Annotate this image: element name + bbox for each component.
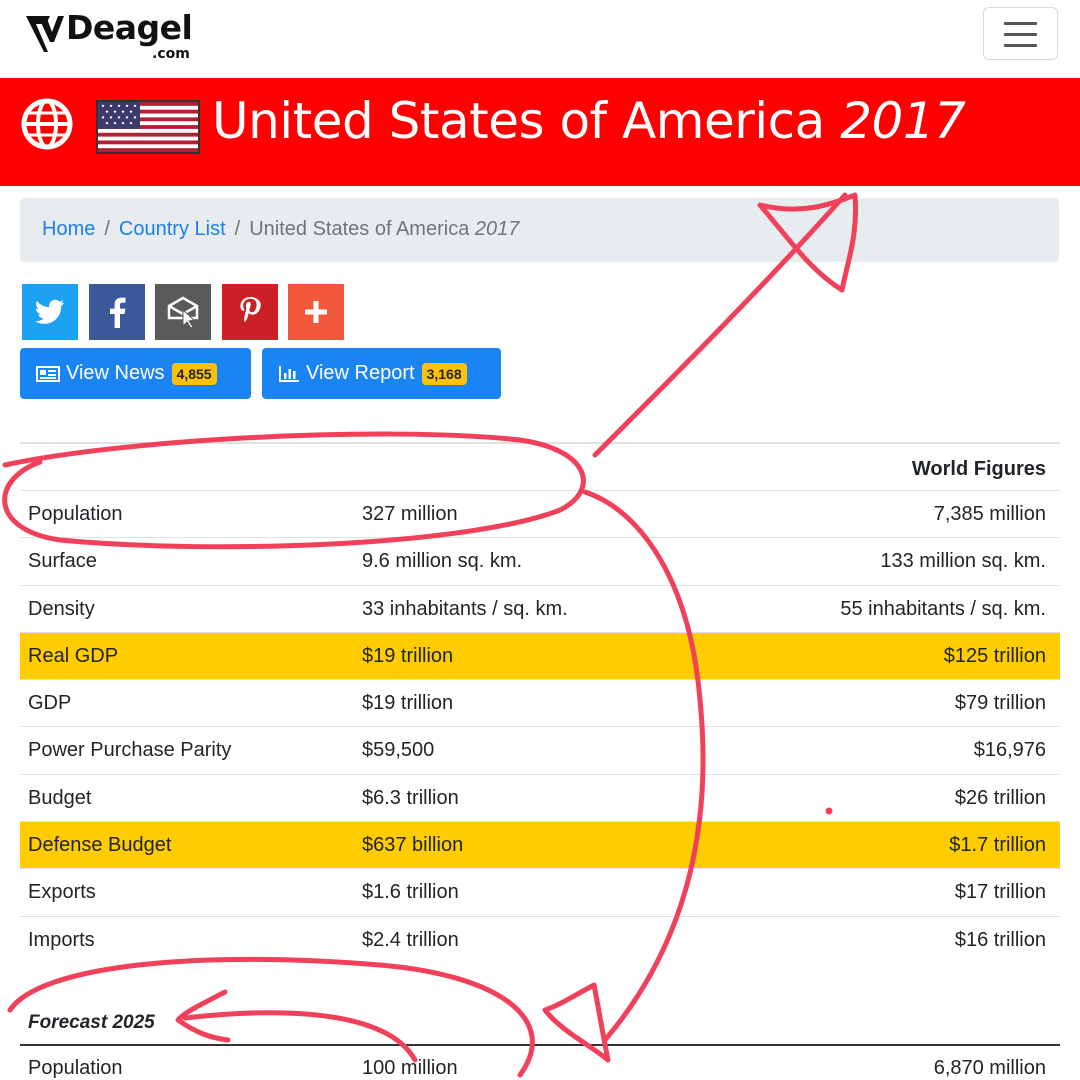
view-news-label: View News: [66, 362, 165, 384]
page-title: United States of America 2017: [212, 92, 966, 150]
row-world-value: $79 trillion: [954, 692, 1046, 715]
breadcrumb-current-year: 2017: [474, 218, 520, 240]
breadcrumb-country-list-link[interactable]: Country List: [119, 218, 226, 240]
top-navbar: Deagel .com: [0, 0, 1080, 78]
logo-domain: .com: [152, 46, 190, 62]
forecast-row-value: 100 million: [362, 1057, 458, 1079]
row-world-value: $1.7 trillion: [949, 834, 1046, 857]
breadcrumb-home-link[interactable]: Home: [42, 218, 95, 240]
table-header-row: World Figures: [20, 442, 1060, 490]
row-label: Budget: [28, 786, 92, 809]
logo-text: Deagel: [66, 8, 193, 47]
table-row: Budget $6.3 trillion $26 trillion: [20, 773, 1060, 821]
row-world-value: $16 trillion: [954, 928, 1046, 951]
table-row: Power Purchase Parity $59,500 $16,976: [20, 726, 1060, 773]
row-value: $1.6 trillion: [362, 881, 459, 904]
globe-icon: [21, 98, 73, 150]
forecast-row: Population 100 million 6,870 million: [20, 1046, 1060, 1080]
view-report-button[interactable]: View Report 3,168: [262, 348, 501, 399]
deagel-logo[interactable]: Deagel .com: [24, 8, 199, 66]
table-body: Population 327 million 7,385 million Surfac…: [20, 490, 1060, 963]
world-figures-header: World Figures: [911, 458, 1046, 480]
table-row: GDP $19 trillion $79 trillion: [20, 679, 1060, 726]
row-value: $6.3 trillion: [362, 786, 459, 809]
table-row: Density 33 inhabitants / sq. km. 55 inhabi…: [20, 584, 1060, 632]
row-value: 327 million: [362, 503, 458, 525]
hamburger-menu-button[interactable]: [983, 7, 1058, 60]
table-row: Imports $2.4 trillion $16 trillion: [20, 915, 1060, 963]
row-value: $19 trillion: [362, 644, 454, 667]
report-count-badge: 3,168: [421, 362, 467, 385]
row-value: 9.6 million sq. km.: [362, 550, 523, 573]
row-label: Power Purchase Parity: [28, 739, 232, 762]
news-count-badge: 4,855: [171, 362, 217, 385]
row-label: Surface: [28, 550, 97, 573]
row-value: 33 inhabitants / sq. km.: [362, 597, 568, 620]
share-facebook-button[interactable]: [89, 284, 145, 340]
bar-chart-icon: [279, 365, 299, 382]
share-twitter-button[interactable]: [22, 284, 78, 340]
page-title-year: 2017: [840, 92, 966, 150]
table-row: Real GDP $19 trillion $125 trillion: [20, 631, 1060, 680]
page-title-country: United States of America: [212, 92, 825, 150]
row-world-value: 133 million sq. km.: [880, 550, 1046, 573]
breadcrumb-separator: /: [234, 218, 241, 240]
table-row: Surface 9.6 million sq. km. 133 million sq…: [20, 537, 1060, 584]
twitter-icon: [35, 299, 65, 324]
row-value: $2.4 trillion: [362, 928, 459, 951]
pinterest-icon: [240, 297, 261, 323]
breadcrumb: Home / Country List / United States of Ameri…: [20, 198, 1059, 262]
row-label: Imports: [28, 928, 95, 951]
view-news-button[interactable]: View News 4,855: [20, 348, 251, 399]
breadcrumb-current-country: United States of America: [249, 218, 470, 240]
row-label: Real GDP: [28, 644, 119, 667]
facebook-icon: [110, 297, 126, 328]
row-label: Exports: [28, 881, 96, 904]
row-value: $19 trillion: [362, 692, 454, 715]
row-label: GDP: [28, 692, 72, 715]
table-row: Exports $1.6 trillion $17 trillion: [20, 868, 1060, 915]
plus-icon: [305, 301, 327, 323]
row-world-value: $125 trillion: [943, 644, 1046, 667]
forecast-row-label: Population: [28, 1057, 123, 1079]
row-world-value: $16,976: [973, 739, 1046, 762]
forecast-title: Forecast 2025: [28, 1012, 155, 1033]
forecast-header: Forecast 2025: [20, 1000, 1060, 1046]
breadcrumb-separator: /: [104, 218, 110, 240]
usa-flag-icon: [96, 100, 200, 154]
menu-bar-icon: [1004, 33, 1037, 36]
row-value: $59,500: [362, 739, 435, 762]
row-world-value: 55 inhabitants / sq. km.: [840, 597, 1046, 620]
table-row: Population 327 million 7,385 million: [20, 490, 1060, 537]
share-email-button[interactable]: [155, 284, 211, 340]
row-world-value: $17 trillion: [954, 881, 1046, 904]
share-pinterest-button[interactable]: [222, 284, 278, 340]
country-figures-table: World Figures Population 327 million 7,385…: [20, 442, 1060, 963]
row-label: Defense Budget: [28, 834, 172, 857]
deagel-logo-mark-icon: [26, 16, 64, 52]
table-row: Defense Budget $637 billion $1.7 trillion: [20, 821, 1060, 869]
breadcrumb-current: United States of America 2017: [249, 218, 519, 240]
newspaper-icon: [36, 365, 60, 382]
view-report-label: View Report: [306, 362, 415, 384]
share-more-button[interactable]: [288, 284, 344, 340]
menu-bar-icon: [1004, 22, 1037, 25]
forecast-row-world: 6,870 million: [933, 1057, 1046, 1079]
row-world-value: 7,385 million: [933, 503, 1046, 525]
row-label: Population: [28, 503, 123, 525]
row-label: Density: [28, 597, 95, 620]
row-world-value: $26 trillion: [954, 786, 1046, 809]
row-value: $637 billion: [362, 834, 464, 857]
menu-bar-icon: [1004, 44, 1037, 47]
email-share-icon: [167, 296, 199, 328]
